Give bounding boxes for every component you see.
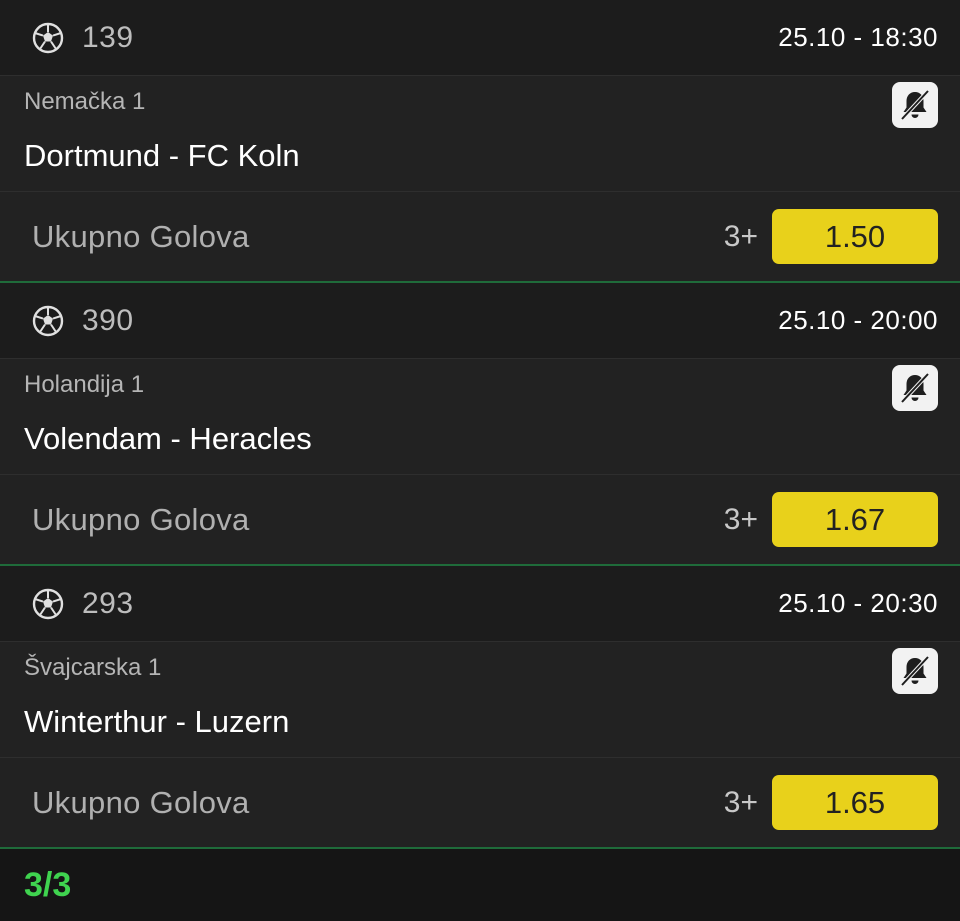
match-info: Holandija 1 Volendam - Heracles bbox=[0, 359, 960, 475]
market-label: Ukupno Golova bbox=[32, 784, 250, 820]
match-code: 293 bbox=[82, 586, 134, 620]
bell-off-icon[interactable] bbox=[892, 648, 938, 694]
teams-name[interactable]: Winterthur - Luzern bbox=[24, 704, 936, 740]
teams-name[interactable]: Dortmund - FC Koln bbox=[24, 138, 936, 174]
teams-name[interactable]: Volendam - Heracles bbox=[24, 421, 936, 457]
pick-label: 3+ bbox=[723, 785, 758, 819]
match-info: Švajcarska 1 Winterthur - Luzern bbox=[0, 642, 960, 758]
market-label: Ukupno Golova bbox=[32, 501, 250, 537]
league-name: Švajcarska 1 bbox=[24, 654, 162, 681]
match-header: 139 25.10 - 18:30 bbox=[0, 0, 960, 76]
match-info: Nemačka 1 Dortmund - FC Koln bbox=[0, 76, 960, 192]
match-card: 293 25.10 - 20:30 Švajcarska 1 Winterthu… bbox=[0, 566, 960, 849]
odd-button[interactable]: 1.65 bbox=[772, 775, 938, 830]
match-datetime: 25.10 - 18:30 bbox=[778, 22, 938, 52]
match-datetime: 25.10 - 20:00 bbox=[778, 305, 938, 335]
bell-off-icon[interactable] bbox=[892, 365, 938, 411]
pick-label: 3+ bbox=[723, 219, 758, 253]
match-header: 293 25.10 - 20:30 bbox=[0, 566, 960, 642]
match-card: 390 25.10 - 20:00 Holandija 1 Volendam -… bbox=[0, 283, 960, 566]
ticket: 139 25.10 - 18:30 Nemačka 1 Dortmund - F… bbox=[0, 0, 960, 921]
bet-row: Ukupno Golova 3+ 1.50 bbox=[0, 192, 960, 281]
odd-button[interactable]: 1.67 bbox=[772, 492, 938, 547]
soccer-ball-icon bbox=[32, 22, 64, 53]
market-label: Ukupno Golova bbox=[32, 218, 250, 254]
match-datetime: 25.10 - 20:30 bbox=[778, 588, 938, 618]
match-header: 390 25.10 - 20:00 bbox=[0, 283, 960, 359]
bet-row: Ukupno Golova 3+ 1.65 bbox=[0, 758, 960, 847]
league-name: Nemačka 1 bbox=[24, 88, 146, 115]
match-count: 3/3 bbox=[24, 865, 72, 904]
match-code: 390 bbox=[82, 303, 134, 337]
league-name: Holandija 1 bbox=[24, 371, 145, 398]
match-code: 139 bbox=[82, 20, 134, 54]
bell-off-icon[interactable] bbox=[892, 82, 938, 128]
bet-row: Ukupno Golova 3+ 1.67 bbox=[0, 475, 960, 564]
ticket-footer: 3/3 bbox=[0, 849, 960, 921]
match-card: 139 25.10 - 18:30 Nemačka 1 Dortmund - F… bbox=[0, 0, 960, 283]
odd-button[interactable]: 1.50 bbox=[772, 209, 938, 264]
soccer-ball-icon bbox=[32, 305, 64, 336]
soccer-ball-icon bbox=[32, 588, 64, 619]
pick-label: 3+ bbox=[723, 502, 758, 536]
